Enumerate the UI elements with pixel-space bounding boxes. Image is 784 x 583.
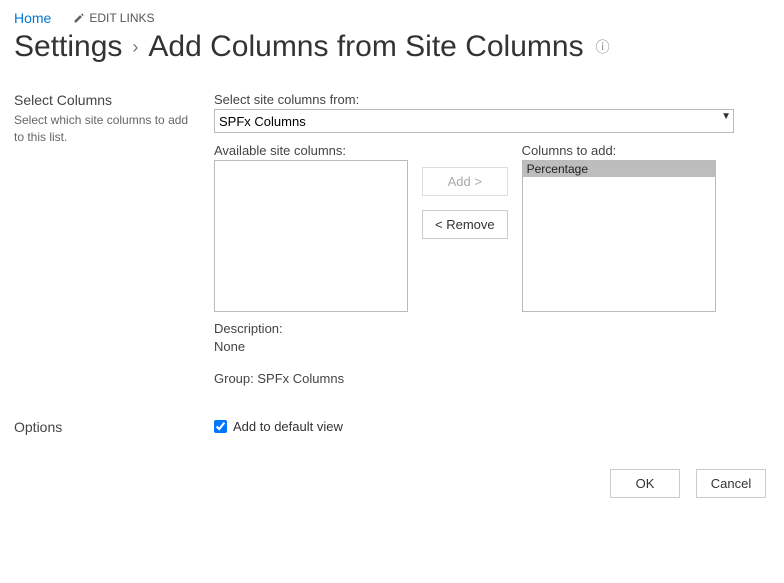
breadcrumb-current: Add Columns from Site Columns <box>148 30 583 64</box>
default-view-checkbox[interactable] <box>214 420 227 433</box>
remove-button[interactable]: < Remove <box>422 210 508 239</box>
cancel-button[interactable]: Cancel <box>696 469 766 498</box>
pencil-icon <box>73 12 85 24</box>
breadcrumb-sep-icon: › <box>128 37 142 58</box>
default-view-text: Add to default view <box>233 419 343 434</box>
edit-links-label: EDIT LINKS <box>89 11 154 25</box>
home-link[interactable]: Home <box>14 10 51 26</box>
page-title: Settings › Add Columns from Site Columns… <box>14 30 770 64</box>
default-view-checkbox-label[interactable]: Add to default view <box>214 419 770 434</box>
description-value: None <box>214 339 245 354</box>
available-columns-listbox[interactable] <box>214 160 408 312</box>
columns-to-add-listbox[interactable]: Percentage <box>522 160 716 312</box>
group-label: Group: <box>214 371 254 386</box>
columns-to-add-label: Columns to add: <box>522 143 716 158</box>
list-item[interactable]: Percentage <box>523 161 715 177</box>
ok-button[interactable]: OK <box>610 469 680 498</box>
select-columns-heading: Select Columns <box>14 92 199 108</box>
add-button[interactable]: Add > <box>422 167 508 196</box>
breadcrumb-settings[interactable]: Settings <box>14 30 122 64</box>
select-columns-section: Select Columns Select which site columns… <box>14 92 770 389</box>
help-icon[interactable]: ⓘ <box>596 37 610 57</box>
select-columns-desc: Select which site columns to add to this… <box>14 112 199 146</box>
footer-buttons: OK Cancel <box>14 469 770 498</box>
options-section: Options Add to default view <box>14 419 770 439</box>
available-columns-label: Available site columns: <box>214 143 408 158</box>
column-group-select[interactable]: SPFx Columns <box>214 109 734 133</box>
top-nav: Home EDIT LINKS <box>14 6 770 26</box>
options-heading: Options <box>14 419 199 435</box>
select-from-label: Select site columns from: <box>214 92 770 107</box>
description-label: Description: <box>214 321 283 336</box>
edit-links-button[interactable]: EDIT LINKS <box>73 11 154 25</box>
group-value: SPFx Columns <box>257 371 344 386</box>
